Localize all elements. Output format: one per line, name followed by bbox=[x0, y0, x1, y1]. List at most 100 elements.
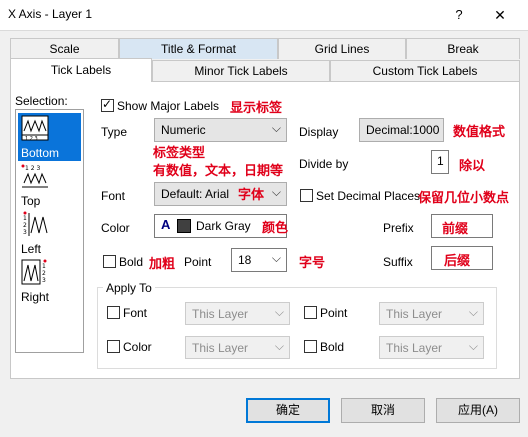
tab-tick-labels[interactable]: Tick Labels bbox=[10, 58, 152, 82]
tab-scale[interactable]: Scale bbox=[10, 38, 119, 59]
font-label: Font bbox=[101, 189, 126, 203]
selection-item-right[interactable]: 1 2 3 Right bbox=[18, 257, 81, 305]
apply-to-title: Apply To bbox=[103, 281, 155, 295]
apply-font-label: Font bbox=[123, 306, 148, 320]
tab-custom-tick-labels[interactable]: Custom Tick Labels bbox=[330, 60, 520, 81]
show-labels-note: 显示标签 bbox=[230, 100, 283, 115]
right-axis-icon: 1 2 3 bbox=[21, 259, 47, 285]
display-label: Display bbox=[299, 125, 339, 139]
divide-by-note: 除以 bbox=[459, 158, 486, 173]
suffix-value: 后缀 bbox=[444, 253, 471, 268]
font-note: 字体 bbox=[238, 184, 265, 203]
title-bar: X Axis - Layer 1 ? ✕ bbox=[0, 0, 528, 30]
point-note: 字号 bbox=[299, 255, 326, 270]
window-title: X Axis - Layer 1 bbox=[8, 7, 93, 21]
bold-label: Bold bbox=[119, 255, 144, 269]
svg-text:1: 1 bbox=[42, 263, 46, 270]
tab-break[interactable]: Break bbox=[406, 38, 520, 59]
close-button[interactable]: ✕ bbox=[485, 4, 515, 26]
apply-bold-value: This Layer bbox=[386, 341, 443, 355]
type-note-2: 有数值，文本，日期等 bbox=[153, 163, 284, 178]
apply-point-checkbox[interactable] bbox=[304, 306, 317, 319]
selection-list[interactable]: 1 2 3 Bottom 1 2 3 Top 1 2 3 Left 1 2 3 … bbox=[15, 109, 84, 353]
apply-point-select[interactable]: This Layer ⌵ bbox=[379, 302, 484, 325]
chevron-down-icon: ⌵ bbox=[468, 339, 478, 353]
prefix-value: 前缀 bbox=[442, 221, 469, 236]
chevron-down-icon: ⌵ bbox=[271, 121, 281, 135]
left-axis-icon: 1 2 3 bbox=[23, 211, 48, 236]
apply-font-value: This Layer bbox=[192, 307, 249, 321]
svg-text:1: 1 bbox=[23, 215, 27, 222]
apply-point-value: This Layer bbox=[386, 307, 443, 321]
divide-by-label: Divide by bbox=[299, 157, 349, 171]
bold-checkbox[interactable] bbox=[103, 255, 116, 268]
divide-by-input[interactable]: 1 bbox=[431, 150, 449, 174]
display-note: 数值格式 bbox=[453, 124, 506, 139]
font-value: Default: Arial bbox=[161, 187, 230, 201]
display-select[interactable]: Decimal:1000 bbox=[359, 118, 444, 142]
tab-minor-tick-labels[interactable]: Minor Tick Labels bbox=[152, 60, 330, 81]
show-major-labels-checkbox[interactable] bbox=[101, 97, 114, 112]
type-label: Type bbox=[101, 125, 128, 139]
suffix-label: Suffix bbox=[383, 255, 413, 269]
bold-note: 加粗 bbox=[149, 256, 176, 271]
tab-title-format[interactable]: Title & Format bbox=[119, 38, 278, 59]
svg-text:2: 2 bbox=[23, 222, 27, 229]
chevron-down-icon: ⌵ bbox=[468, 305, 478, 319]
ok-button[interactable]: 确定 bbox=[246, 398, 330, 423]
top-axis-icon: 1 2 3 bbox=[21, 164, 48, 188]
point-value: 18 bbox=[238, 253, 252, 267]
selection-item-label: Bottom bbox=[21, 146, 60, 160]
color-value: Dark Gray bbox=[196, 219, 251, 233]
type-note-1: 标签类型 bbox=[153, 145, 206, 160]
display-value: Decimal:1000 bbox=[366, 123, 440, 137]
apply-font-select[interactable]: This Layer ⌵ bbox=[185, 302, 290, 325]
tab-grid-lines[interactable]: Grid Lines bbox=[278, 38, 406, 59]
apply-bold-label: Bold bbox=[320, 340, 345, 354]
point-select[interactable]: 18 ⌵ bbox=[231, 248, 287, 272]
font-select[interactable]: Default: Arial ⌵ bbox=[154, 182, 287, 206]
apply-point-label: Point bbox=[320, 306, 348, 320]
color-note: 颜色 bbox=[262, 220, 289, 235]
decimal-note: 保留几位小数点 bbox=[418, 190, 510, 205]
divide-by-value: 1 bbox=[437, 154, 444, 168]
svg-text:3: 3 bbox=[42, 277, 46, 284]
type-value: Numeric bbox=[161, 123, 206, 137]
selection-item-left[interactable]: 1 2 3 Left bbox=[18, 209, 81, 257]
prefix-label: Prefix bbox=[383, 221, 414, 235]
selection-item-top[interactable]: 1 2 3 Top bbox=[18, 161, 81, 209]
svg-text:1 2 3: 1 2 3 bbox=[25, 136, 38, 141]
svg-text:1 2 3: 1 2 3 bbox=[25, 165, 40, 172]
apply-color-value: This Layer bbox=[192, 341, 249, 355]
apply-font-checkbox[interactable] bbox=[107, 306, 120, 319]
suffix-input[interactable]: 后缀 bbox=[431, 246, 493, 270]
color-label: Color bbox=[101, 221, 130, 235]
selection-label: Selection: bbox=[15, 94, 68, 108]
chevron-down-icon: ⌵ bbox=[274, 339, 284, 353]
chevron-down-icon: ⌵ bbox=[274, 305, 284, 319]
apply-bold-checkbox[interactable] bbox=[304, 340, 317, 353]
chevron-down-icon: ⌵ bbox=[271, 251, 281, 265]
selection-item-bottom[interactable]: 1 2 3 Bottom bbox=[18, 113, 81, 161]
bottom-axis-icon: 1 2 3 bbox=[21, 115, 49, 141]
show-major-labels-label: Show Major Labels bbox=[117, 99, 220, 113]
apply-color-select[interactable]: This Layer ⌵ bbox=[185, 336, 290, 359]
prefix-input[interactable]: 前缀 bbox=[431, 214, 493, 238]
selection-item-label: Right bbox=[21, 290, 50, 304]
selection-item-label: Top bbox=[21, 194, 41, 208]
cancel-button[interactable]: 取消 bbox=[341, 398, 425, 423]
apply-button[interactable]: 应用(A) bbox=[436, 398, 520, 423]
selection-item-label: Left bbox=[21, 242, 42, 256]
set-decimal-places-checkbox[interactable] bbox=[300, 189, 313, 202]
help-button[interactable]: ? bbox=[447, 4, 471, 26]
set-decimal-places-label: Set Decimal Places bbox=[316, 189, 421, 203]
color-swatch bbox=[177, 219, 191, 233]
chevron-down-icon: ⌵ bbox=[271, 185, 281, 199]
svg-text:3: 3 bbox=[23, 229, 27, 236]
apply-bold-select[interactable]: This Layer ⌵ bbox=[379, 336, 484, 359]
apply-color-label: Color bbox=[123, 340, 152, 354]
type-select[interactable]: Numeric ⌵ bbox=[154, 118, 287, 142]
font-color-icon: A bbox=[161, 217, 171, 232]
point-label: Point bbox=[184, 255, 212, 269]
apply-color-checkbox[interactable] bbox=[107, 340, 120, 353]
